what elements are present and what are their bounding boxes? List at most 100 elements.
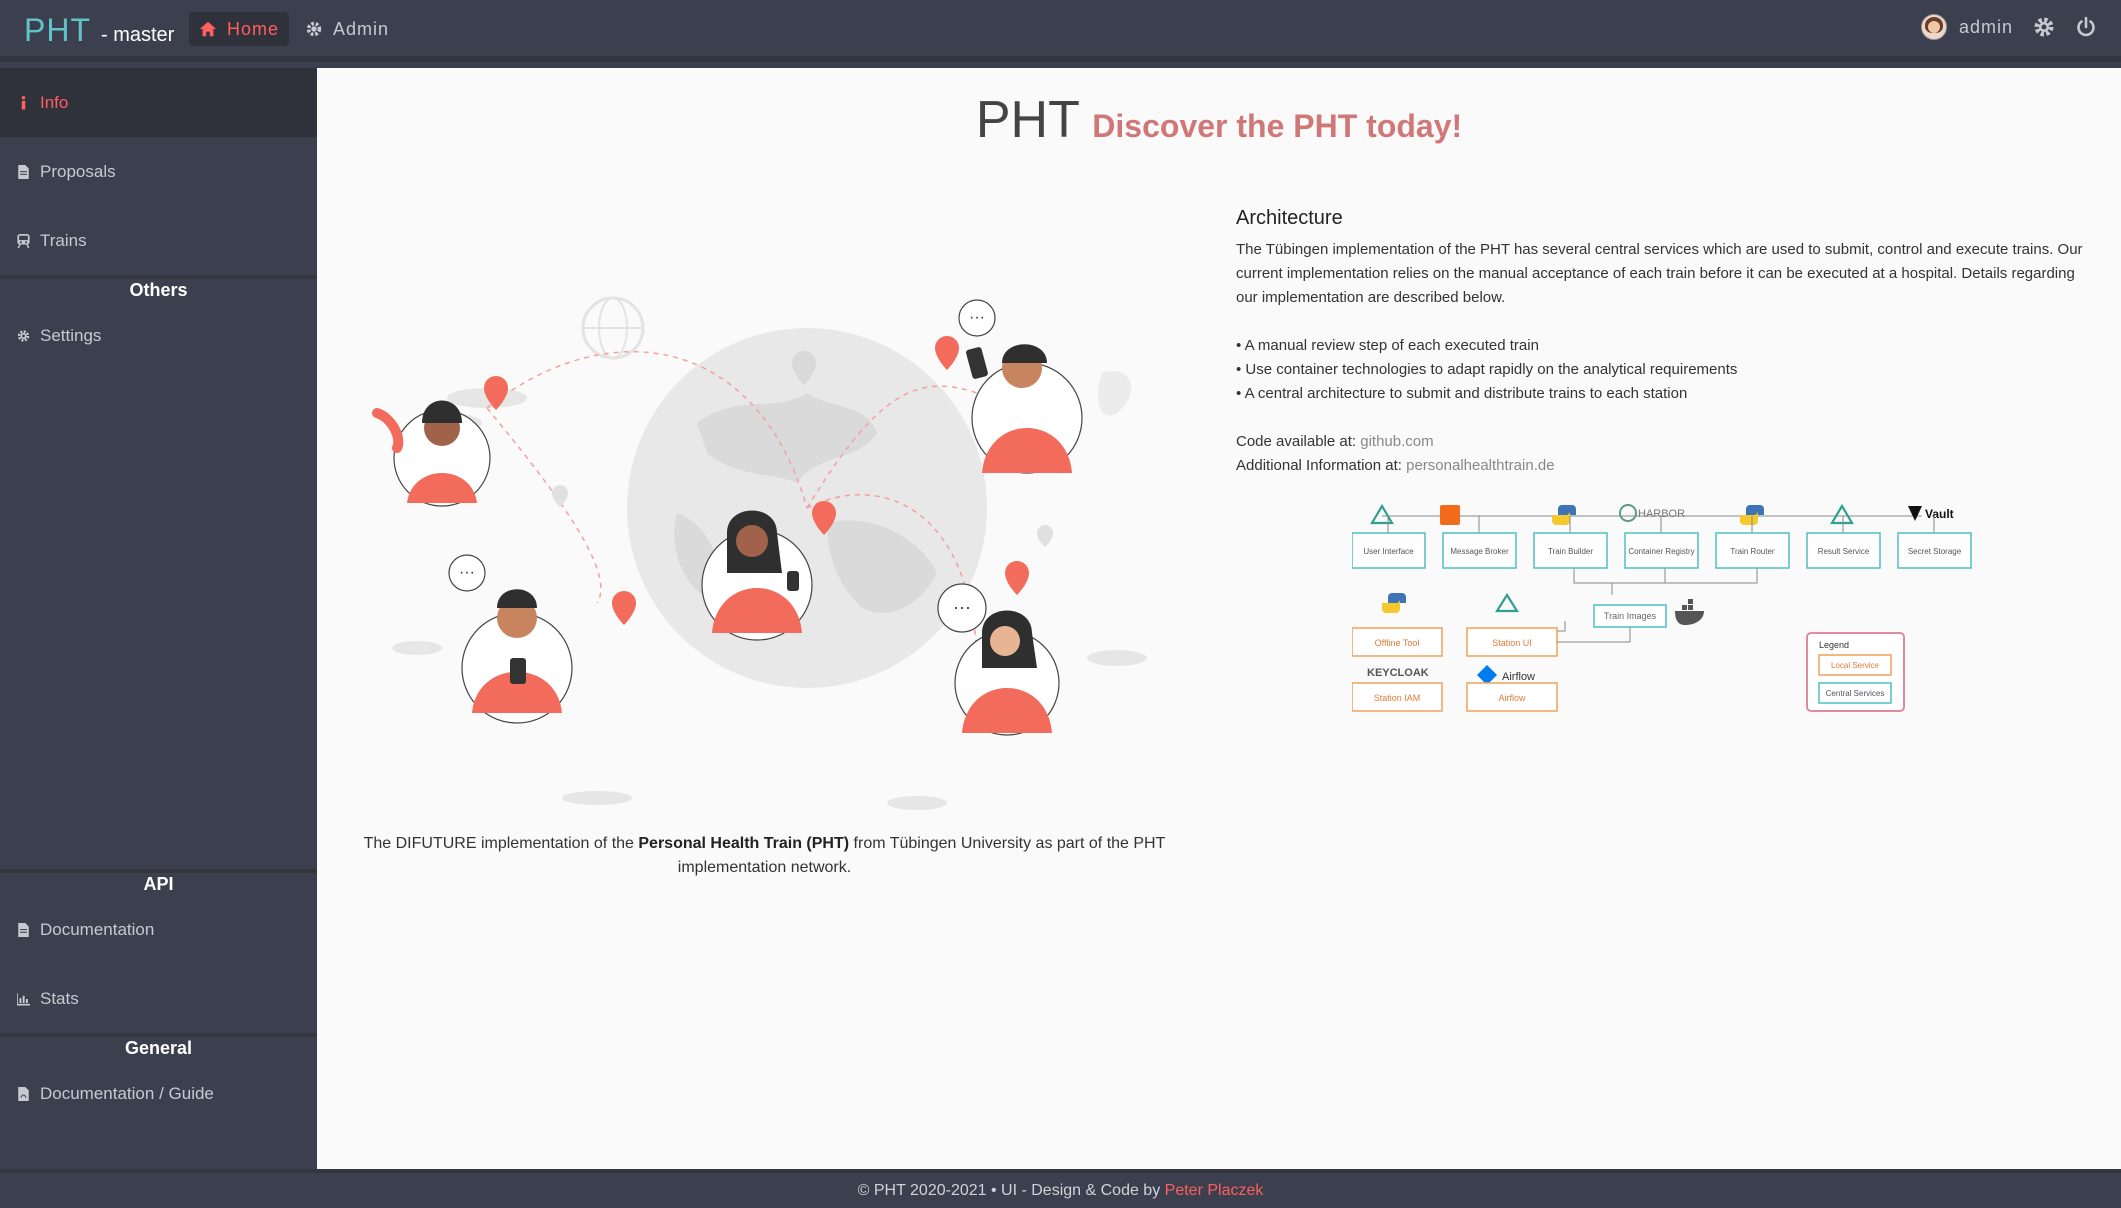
power-icon bbox=[2077, 16, 2095, 37]
central-service-label: Message Broker bbox=[1450, 547, 1509, 556]
local-service-label: Station UI bbox=[1492, 638, 1532, 648]
nav-home-label: Home bbox=[227, 18, 280, 39]
svg-text:···: ··· bbox=[969, 309, 985, 326]
architecture-paragraph: The Tübingen implementation of the PHT h… bbox=[1236, 241, 2083, 306]
settings-button[interactable] bbox=[2033, 16, 2055, 38]
footer-text: © PHT 2020-2021 • UI - Design & Code by bbox=[857, 1182, 1165, 1199]
harbor-logo-icon bbox=[1619, 504, 1637, 522]
file-icon bbox=[18, 922, 29, 937]
nuxt-logo-icon bbox=[1495, 592, 1519, 613]
sidebar: Info Proposals Trains Others Settings AP… bbox=[0, 68, 317, 1169]
architecture-section: Architecture The Tübingen implementation… bbox=[1236, 206, 2086, 478]
people-around-globe-illustration: ··· ··· ··· bbox=[372, 296, 1147, 810]
legend-title: Legend bbox=[1819, 640, 1849, 650]
legend-local: Local Service bbox=[1831, 661, 1880, 670]
sidebar-item-label: Info bbox=[40, 92, 69, 112]
svg-text:···: ··· bbox=[459, 564, 475, 581]
pht-website-link[interactable]: personalhealthtrain.de bbox=[1406, 457, 1554, 474]
docker-logo-icon bbox=[1675, 611, 1704, 625]
diagram-logo-label: HARBOR bbox=[1638, 508, 1685, 520]
central-service-label: Secret Storage bbox=[1908, 547, 1962, 556]
nuxt-logo-icon bbox=[1830, 503, 1854, 525]
architecture-diagram: HARBOR Vault User Interface Message Broke… bbox=[1352, 503, 1972, 712]
sidebar-item-label: Settings bbox=[40, 325, 102, 345]
username: admin bbox=[1958, 16, 2013, 37]
info-label: Additional Information at: bbox=[1236, 457, 1407, 474]
sidebar-item-label: Proposals bbox=[40, 161, 116, 181]
info-icon bbox=[21, 95, 26, 110]
local-service-label: Airflow bbox=[1498, 693, 1526, 703]
vault-logo-icon bbox=[1908, 506, 1922, 521]
main-content: PHT Discover the PHT today! ··· ··· ··· … bbox=[317, 68, 2121, 1169]
sidebar-heading-general: General bbox=[0, 1033, 317, 1059]
local-service-label: Station IAM bbox=[1374, 693, 1421, 703]
nav-home[interactable]: Home bbox=[189, 12, 290, 46]
list-item: • A central architecture to submit and d… bbox=[1236, 385, 1688, 402]
brand-name: PHT bbox=[24, 12, 91, 48]
page-title: PHT Discover the PHT today! bbox=[317, 90, 2121, 150]
sidebar-item-proposals[interactable]: Proposals bbox=[0, 137, 317, 206]
diagram-logo-label: KEYCLOAK bbox=[1367, 667, 1429, 679]
file-icon bbox=[18, 164, 29, 179]
page-title-main: PHT bbox=[975, 91, 1080, 149]
sidebar-heading-api: API bbox=[0, 869, 317, 895]
user-menu[interactable]: admin bbox=[1920, 14, 2013, 40]
legend-central: Central Services bbox=[1826, 689, 1885, 698]
sidebar-item-label: Documentation / Guide bbox=[40, 1083, 214, 1103]
sidebar-item-guide[interactable]: Documentation / Guide bbox=[0, 1059, 317, 1128]
architecture-bullets: • A manual review step of each executed … bbox=[1236, 334, 2086, 406]
footer: © PHT 2020-2021 • UI - Design & Code by … bbox=[0, 1169, 2121, 1208]
central-service-label: User Interface bbox=[1363, 547, 1414, 556]
code-line: Code available at: github.com bbox=[1236, 430, 2086, 454]
local-service-label: Offline Tool bbox=[1375, 638, 1420, 648]
sidebar-item-label: Documentation bbox=[40, 919, 155, 939]
intro-text-pre: The DIFUTURE implementation of the bbox=[363, 835, 639, 852]
rabbitmq-logo-icon bbox=[1440, 505, 1460, 525]
sidebar-heading-others: Others bbox=[0, 275, 317, 301]
central-service-label: Train Builder bbox=[1548, 547, 1593, 556]
svg-text:···: ··· bbox=[953, 597, 971, 617]
nuxt-logo-icon bbox=[1370, 503, 1394, 525]
central-service-label: Train Router bbox=[1730, 547, 1775, 556]
nav-admin-label: Admin bbox=[333, 18, 390, 39]
list-item: • Use container technologies to adapt ra… bbox=[1236, 361, 1738, 378]
intro-text: The DIFUTURE implementation of the Perso… bbox=[357, 832, 1172, 880]
home-icon bbox=[199, 21, 217, 37]
sidebar-item-trains[interactable]: Trains bbox=[0, 206, 317, 275]
avatar bbox=[1920, 14, 1947, 40]
top-navbar: PHT - master Home Admin admin bbox=[0, 0, 2121, 62]
central-service-label: Container Registry bbox=[1628, 547, 1694, 556]
sidebar-item-stats[interactable]: Stats bbox=[0, 964, 317, 1033]
main-nav: Home Admin bbox=[189, 12, 399, 46]
central-service-label: Result Service bbox=[1818, 547, 1870, 556]
gear-icon bbox=[2034, 17, 2054, 37]
list-item: • A manual review step of each executed … bbox=[1236, 337, 1539, 354]
github-link[interactable]: github.com bbox=[1360, 433, 1433, 450]
sidebar-item-label: Trains bbox=[40, 230, 87, 250]
code-label: Code available at: bbox=[1236, 433, 1361, 450]
diagram-logo-label: Vault bbox=[1925, 507, 1954, 521]
brand-logo[interactable]: PHT - master bbox=[24, 12, 174, 49]
train-icon bbox=[17, 233, 30, 248]
nav-admin[interactable]: Admin bbox=[295, 12, 399, 46]
sidebar-item-settings[interactable]: Settings bbox=[0, 301, 317, 370]
train-images-label: Train Images bbox=[1604, 611, 1657, 621]
airflow-logo-icon bbox=[1477, 665, 1497, 685]
file-pdf-icon bbox=[18, 1086, 29, 1101]
footer-author-link[interactable]: Peter Placzek bbox=[1165, 1182, 1264, 1199]
page-subtitle: Discover the PHT today! bbox=[1092, 108, 1463, 144]
brand-suffix: - master bbox=[101, 24, 175, 46]
gear-icon bbox=[17, 329, 30, 342]
gear-icon bbox=[306, 21, 322, 37]
architecture-heading: Architecture bbox=[1236, 207, 1343, 229]
sidebar-item-label: Stats bbox=[40, 988, 79, 1008]
bar-chart-icon bbox=[17, 992, 30, 1005]
diagram-logo-label: Airflow bbox=[1502, 671, 1535, 683]
user-area: admin bbox=[1920, 14, 2097, 40]
intro-text-bold: Personal Health Train (PHT) bbox=[638, 835, 850, 852]
sidebar-item-info[interactable]: Info bbox=[0, 68, 317, 137]
logout-button[interactable] bbox=[2075, 16, 2097, 38]
sidebar-item-documentation[interactable]: Documentation bbox=[0, 895, 317, 964]
info-line: Additional Information at: personalhealt… bbox=[1236, 454, 2086, 478]
